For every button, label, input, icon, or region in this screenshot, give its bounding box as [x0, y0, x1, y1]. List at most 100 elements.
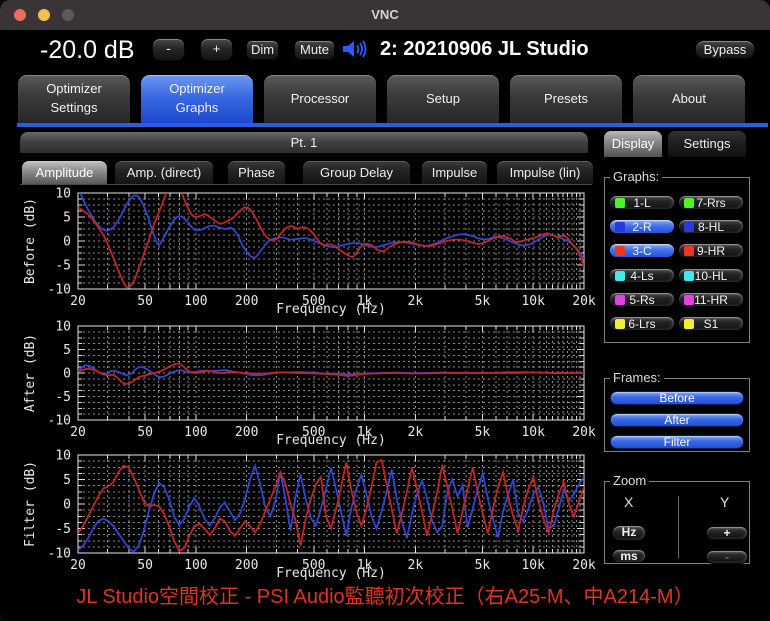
- svg-text:5: 5: [63, 211, 71, 226]
- channel-color-swatch: [615, 271, 625, 281]
- svg-text:10k: 10k: [521, 425, 545, 440]
- svg-text:5: 5: [63, 343, 71, 358]
- before-frame-button[interactable]: Before: [610, 391, 744, 405]
- tab-processor[interactable]: Processor: [264, 75, 376, 123]
- svg-text:20k: 20k: [572, 558, 596, 573]
- tab-optimizer-graphs[interactable]: Optimizer Graphs: [141, 75, 253, 123]
- filter-frame-button[interactable]: Filter: [610, 435, 744, 449]
- svg-text:10: 10: [55, 320, 71, 335]
- tab-presets[interactable]: Presets: [510, 75, 622, 123]
- svg-text:10k: 10k: [521, 558, 545, 573]
- dim-button[interactable]: Dim: [246, 40, 279, 60]
- svg-text:20: 20: [70, 294, 86, 309]
- graphs-group: Graphs: 1-L 2-R 3-C 4-Ls 5-Rs 6-Lrs 7-Rr…: [604, 177, 750, 343]
- graph-button-7-Rrs[interactable]: 7-Rrs: [678, 195, 744, 210]
- channel-color-swatch: [684, 198, 694, 208]
- x-axis-label: Frequency (Hz): [276, 302, 386, 317]
- zoom-y-label: Y: [720, 494, 729, 510]
- y-axis-label: Filter (dB): [23, 461, 38, 547]
- svg-text:100: 100: [184, 558, 207, 573]
- channel-color-swatch: [615, 319, 625, 329]
- series-2-R: [78, 466, 584, 552]
- tab-about[interactable]: About: [633, 75, 745, 123]
- graph-button-11-HR[interactable]: 11-HR: [678, 292, 744, 307]
- svg-text:10: 10: [55, 187, 71, 202]
- before-chart: 1050-5-1020501002005001k2k5k10k20kFreque…: [23, 183, 596, 317]
- filter-chart: 1050-5-1020501002005001k2k5k10k20kFreque…: [23, 449, 596, 582]
- tab-display[interactable]: Display: [604, 131, 662, 157]
- after-frame-button[interactable]: After: [610, 413, 744, 427]
- channel-color-swatch: [615, 295, 625, 305]
- svg-text:0: 0: [63, 235, 71, 250]
- svg-text:-5: -5: [55, 259, 71, 274]
- zoom-y-plus-button[interactable]: +: [706, 526, 748, 540]
- volume-plus-button[interactable]: +: [200, 38, 233, 61]
- svg-text:200: 200: [235, 425, 258, 440]
- graph-button-2-R[interactable]: 2-R: [609, 219, 675, 234]
- x-axis-label: Frequency (Hz): [276, 433, 386, 448]
- y-axis-label: Before (dB): [23, 198, 38, 284]
- svg-text:10k: 10k: [521, 294, 545, 309]
- svg-text:10: 10: [55, 449, 71, 464]
- channel-color-swatch: [684, 319, 694, 329]
- svg-text:50: 50: [137, 294, 153, 309]
- graphs-group-legend: Graphs:: [610, 169, 662, 184]
- volume-display: -20.0 dB: [40, 36, 135, 65]
- tab-settings[interactable]: Settings: [668, 131, 746, 157]
- graph-button-8-HL[interactable]: 8-HL: [678, 219, 744, 234]
- zoom-y-minus-button[interactable]: -: [706, 550, 748, 564]
- mute-button[interactable]: Mute: [294, 40, 335, 60]
- graph-button-1-L[interactable]: 1-L: [609, 195, 675, 210]
- volume-minus-button[interactable]: -: [152, 38, 185, 61]
- svg-text:20k: 20k: [572, 294, 596, 309]
- x-axis-label: Frequency (Hz): [276, 566, 386, 581]
- frames-group-legend: Frames:: [610, 370, 664, 385]
- svg-text:-10: -10: [48, 283, 71, 298]
- zoom-ms-button[interactable]: ms: [612, 549, 646, 563]
- svg-text:20: 20: [70, 425, 86, 440]
- svg-text:5k: 5k: [475, 425, 491, 440]
- svg-text:0: 0: [63, 498, 71, 513]
- channel-color-swatch: [684, 222, 694, 232]
- svg-text:200: 200: [235, 558, 258, 573]
- speaker-icon: [342, 39, 369, 59]
- svg-text:5k: 5k: [475, 558, 491, 573]
- channel-color-swatch: [615, 198, 625, 208]
- channel-color-swatch: [684, 295, 694, 305]
- svg-text:-5: -5: [55, 390, 71, 405]
- svg-text:2k: 2k: [408, 294, 424, 309]
- tab-optimizer-settings[interactable]: Optimizer Settings: [18, 75, 130, 123]
- channel-color-swatch: [615, 246, 625, 256]
- svg-text:-10: -10: [48, 547, 71, 562]
- graph-button-9-HR[interactable]: 9-HR: [678, 243, 744, 258]
- tab-setup[interactable]: Setup: [387, 75, 499, 123]
- graph-button-6-Lrs[interactable]: 6-Lrs: [609, 316, 675, 331]
- frames-group: Frames: Before After Filter: [604, 378, 750, 452]
- graph-button-10-HL[interactable]: 10-HL: [678, 268, 744, 283]
- svg-text:50: 50: [137, 425, 153, 440]
- svg-text:2k: 2k: [408, 558, 424, 573]
- vnc-window: VNC -20.0 dB - + Dim Mute 2: 20210906 JL…: [0, 0, 770, 621]
- graph-button-4-Ls[interactable]: 4-Ls: [609, 268, 675, 283]
- caption-text: JL Studio空間校正 - PSI Audio監聽初次校正（右A25-M、中…: [0, 580, 770, 609]
- y-axis-label: After (dB): [23, 334, 38, 412]
- bypass-button[interactable]: Bypass: [695, 40, 755, 59]
- svg-text:20: 20: [70, 558, 86, 573]
- svg-text:5: 5: [63, 473, 71, 488]
- zoom-hz-button[interactable]: Hz: [612, 525, 646, 541]
- svg-text:-5: -5: [55, 522, 71, 537]
- svg-text:200: 200: [235, 294, 258, 309]
- topbar: -20.0 dB - + Dim Mute 2: 20210906 JL Stu…: [0, 30, 770, 68]
- graph-button-S1[interactable]: S1: [678, 316, 744, 331]
- zoom-group: Zoom X Y Hz ms + -: [604, 481, 750, 564]
- after-chart: 1050-5-1020501002005001k2k5k10k20kFreque…: [23, 320, 596, 449]
- graph-button-3-C[interactable]: 3-C: [609, 243, 675, 258]
- graph-button-5-Rs[interactable]: 5-Rs: [609, 292, 675, 307]
- svg-text:0: 0: [63, 367, 71, 382]
- zoom-x-label: X: [624, 494, 633, 510]
- svg-text:-10: -10: [48, 414, 71, 429]
- svg-text:50: 50: [137, 558, 153, 573]
- window-title: VNC: [0, 0, 770, 30]
- preset-title: 2: 20210906 JL Studio: [380, 38, 589, 61]
- zoom-divider: [678, 496, 679, 558]
